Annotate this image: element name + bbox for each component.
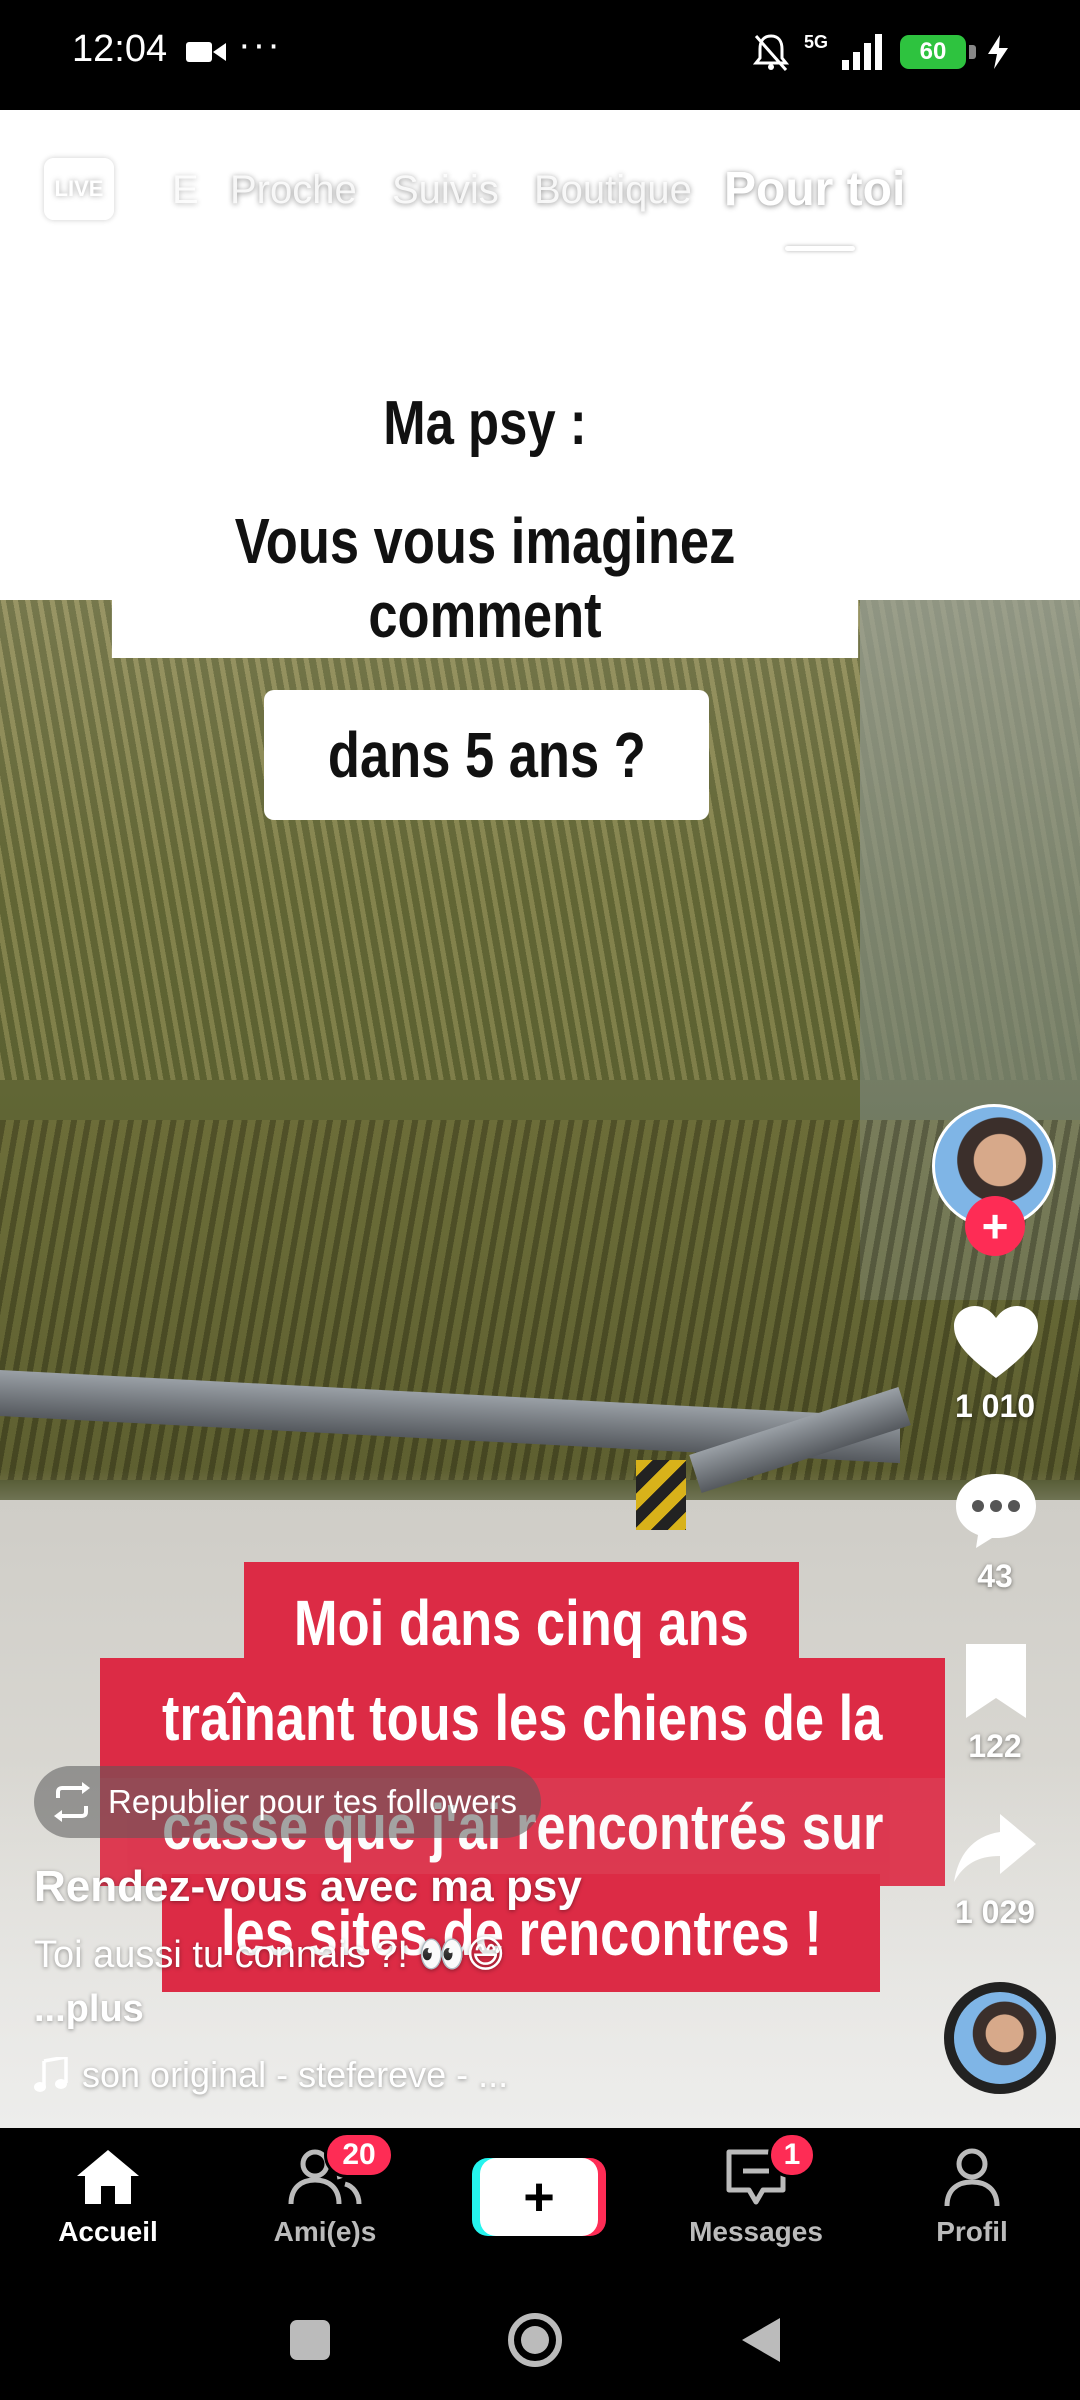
tab-profile-label: Profil bbox=[936, 2216, 1008, 2247]
tab-suivis[interactable]: Suivis bbox=[392, 168, 499, 213]
republish-label: Republier pour tes followers bbox=[108, 1783, 518, 1820]
tab-home[interactable] bbox=[18, 2140, 198, 2213]
more-notifications-icon: ··· bbox=[238, 24, 282, 66]
republish-button[interactable]: Republier pour tes followers bbox=[34, 1766, 542, 1838]
music-disc-avatar[interactable] bbox=[944, 1982, 1056, 2094]
back-icon[interactable] bbox=[740, 2316, 784, 2364]
bookmark-icon[interactable] bbox=[950, 1642, 1042, 1722]
signal-icon bbox=[842, 34, 882, 70]
charging-bolt-icon bbox=[988, 35, 1008, 69]
video-description: Toi aussi tu connais ?! 👀😅 bbox=[34, 1934, 506, 1976]
create-plus-icon: + bbox=[523, 2167, 555, 2227]
caption-bottom-line-2: traînant tous les chiens de la bbox=[100, 1658, 945, 1778]
tab-friends-label: Ami(e)s bbox=[273, 2216, 377, 2247]
caption-bottom-line-2-text: traînant tous les chiens de la bbox=[162, 1682, 883, 1754]
caption-bottom-line-1-text: Moi dans cinq ans bbox=[294, 1587, 749, 1659]
caption-top-line-2: Vous vous imaginez comment bbox=[111, 498, 859, 658]
tab-home-label: Accueil bbox=[58, 2216, 158, 2247]
battery-indicator: 60 bbox=[900, 35, 976, 69]
comment-icon[interactable] bbox=[950, 1470, 1042, 1550]
tab-messages[interactable] bbox=[666, 2140, 846, 2213]
bell-muted-icon bbox=[752, 34, 790, 71]
tab-boutique[interactable]: Boutique bbox=[534, 168, 692, 213]
sound-link[interactable]: son original - stefereve - ... bbox=[34, 2054, 508, 2096]
active-tab-indicator bbox=[785, 246, 855, 251]
share-count: 1 029 bbox=[954, 1894, 1036, 1930]
recents-icon[interactable] bbox=[288, 2318, 332, 2362]
profile-icon bbox=[944, 2148, 1000, 2207]
video-title[interactable]: Rendez-vous avec ma psy bbox=[34, 1862, 582, 1912]
caption-top-line-3-text: dans 5 ans ? bbox=[327, 719, 646, 791]
tab-messages-label: Messages bbox=[689, 2216, 823, 2247]
caption-top-line-3: dans 5 ans ? bbox=[264, 690, 709, 820]
status-indicators: 5G 60 bbox=[752, 30, 1008, 74]
home-icon bbox=[77, 2150, 139, 2204]
tab-proche[interactable]: Proche bbox=[230, 168, 357, 213]
hazard-sign bbox=[636, 1460, 686, 1530]
live-button[interactable]: LIVE bbox=[44, 158, 114, 220]
messages-badge: 1 bbox=[768, 2132, 816, 2178]
share-icon[interactable] bbox=[950, 1808, 1042, 1888]
caption-top-line-1: Ma psy : bbox=[383, 389, 587, 458]
search-icon[interactable] bbox=[970, 160, 1032, 222]
home-circle-icon[interactable] bbox=[506, 2311, 564, 2369]
video-camera-icon bbox=[186, 42, 226, 62]
tab-pour-toi[interactable]: Pour toi bbox=[724, 162, 905, 217]
live-label: LIVE bbox=[54, 176, 104, 201]
sound-name: son original - stefereve - ... bbox=[82, 2054, 509, 2095]
create-button[interactable]: + bbox=[480, 2158, 598, 2236]
status-time: 12:04 bbox=[72, 28, 168, 70]
heart-icon[interactable] bbox=[950, 1302, 1042, 1382]
like-count: 1 010 bbox=[954, 1388, 1036, 1424]
repost-icon bbox=[54, 1782, 90, 1822]
more-link[interactable]: ...plus bbox=[34, 1988, 144, 2031]
follow-plus-icon[interactable]: + bbox=[965, 1196, 1025, 1256]
music-note-icon bbox=[34, 2057, 68, 2092]
save-count: 122 bbox=[968, 1728, 1022, 1764]
system-navigation-bar bbox=[0, 2278, 1080, 2400]
friends-badge: 20 bbox=[324, 2132, 394, 2178]
status-bar: 12:04 ··· 5G 60 bbox=[0, 0, 1080, 110]
tab-profile[interactable] bbox=[882, 2140, 1062, 2213]
battery-level: 60 bbox=[919, 38, 947, 65]
comment-count: 43 bbox=[977, 1558, 1013, 1594]
tab-partial[interactable]: E bbox=[172, 168, 199, 213]
network-type: 5G bbox=[803, 32, 828, 52]
